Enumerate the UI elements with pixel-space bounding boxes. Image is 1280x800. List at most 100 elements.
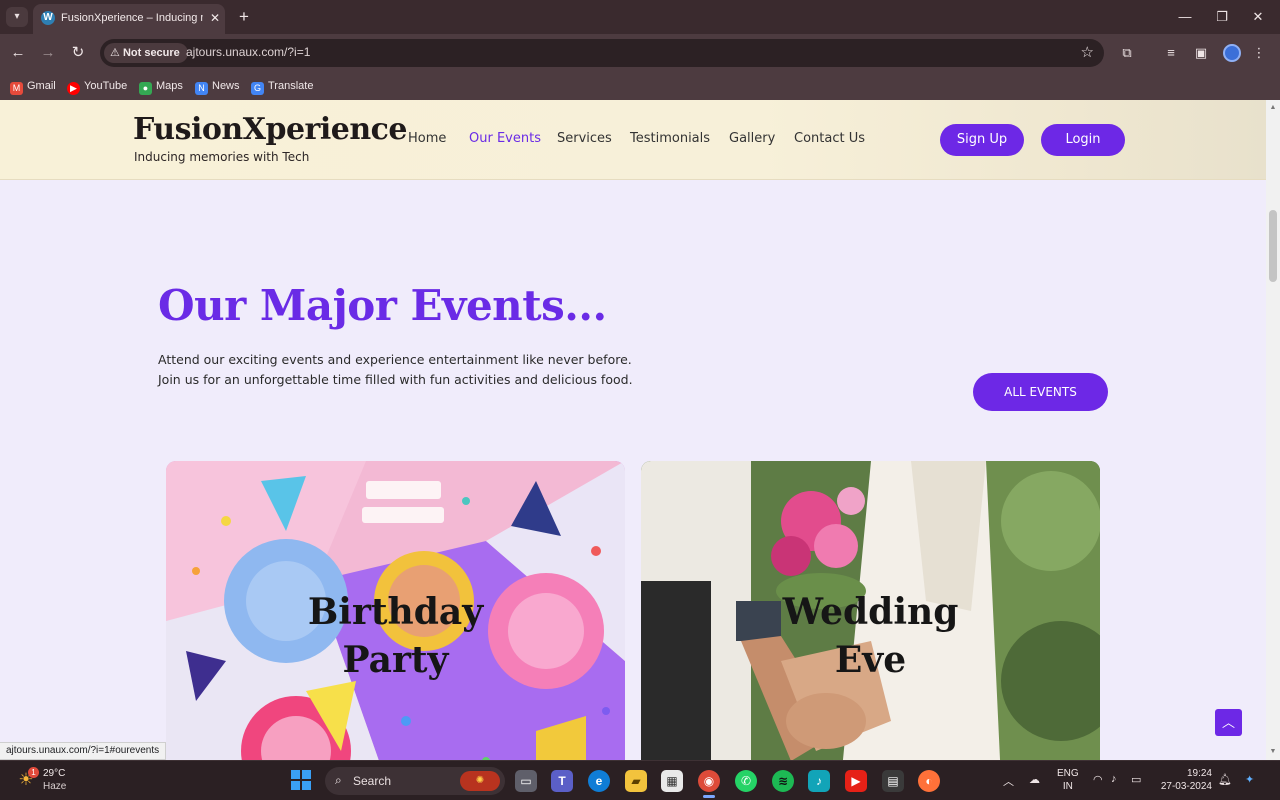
scroll-up-arrow-icon[interactable]: ▲ <box>1266 102 1280 114</box>
event-card-birthday[interactable]: Birthday Party <box>166 461 625 760</box>
firefox-icon[interactable]: ◐ <box>918 770 940 792</box>
nav-our-events[interactable]: Our Events <box>469 131 541 146</box>
back-to-top-button[interactable]: ︿ <box>1215 709 1242 736</box>
region-code: IN <box>1062 781 1073 792</box>
bookmark-label: News <box>212 80 240 92</box>
youtube-app-icon[interactable]: ▶ <box>845 770 867 792</box>
event-title-birthday: Birthday Party <box>166 588 625 684</box>
microsoft-store-icon[interactable]: ▦ <box>661 770 683 792</box>
event-card-wedding[interactable]: Wedding Eve <box>641 461 1100 760</box>
event-title-wedding: Wedding Eve <box>641 588 1100 684</box>
profile-avatar[interactable] <box>1223 44 1241 62</box>
battery-icon[interactable]: ▭ <box>1131 773 1141 786</box>
wifi-icon[interactable]: ◠ <box>1093 773 1103 786</box>
nav-contact-us[interactable]: Contact Us <box>794 131 865 146</box>
bookmark-label: Maps <box>156 80 183 92</box>
forward-arrow-icon[interactable]: → <box>38 43 58 63</box>
youtube-icon: ▶ <box>67 82 80 95</box>
news-icon: N <box>195 82 208 95</box>
page-scrollbar[interactable]: ▲ ▼ <box>1266 100 1280 760</box>
event-title-line: Eve <box>834 639 907 681</box>
language-indicator[interactable]: ENG IN <box>1057 767 1079 793</box>
event-title-line: Wedding <box>782 591 959 633</box>
site-logo-title[interactable]: FusionXperience <box>133 112 407 147</box>
chrome-icon[interactable]: ◉ <box>698 770 720 798</box>
bookmark-label: Gmail <box>27 80 56 92</box>
page-viewport: FusionXperience Inducing memories with T… <box>0 100 1266 760</box>
edge-icon[interactable]: e <box>588 770 610 792</box>
maximize-button[interactable]: ❐ <box>1212 8 1232 26</box>
bookmark-maps[interactable]: ● Maps <box>139 77 183 95</box>
wordpress-favicon-icon: W <box>41 11 55 25</box>
scrollbar-thumb[interactable] <box>1269 210 1277 282</box>
site-logo-subtitle: Inducing memories with Tech <box>134 150 310 164</box>
browser-tab-strip: ▾ W FusionXperience – Inducing me ✕ + — … <box>0 0 1280 34</box>
site-info-button[interactable]: ⚠ Not secure <box>104 43 188 63</box>
clock-date: 27-03-2024 <box>1160 781 1212 792</box>
whatsapp-icon[interactable]: ✆ <box>735 770 757 792</box>
active-tab[interactable]: W FusionXperience – Inducing me ✕ <box>33 4 225 34</box>
bookmark-gmail[interactable]: M Gmail <box>10 77 56 95</box>
windows-taskbar: ☀ 1 29°C Haze ⌕ Search ✺ ▭ T e ▰ ▦ ◉ ✆ ≋… <box>0 760 1280 800</box>
task-view-icon[interactable]: ▭ <box>515 770 537 792</box>
app-thumbnail-icon[interactable]: ▤ <box>882 770 904 792</box>
status-bar-url: ajtours.unaux.com/?i=1#ourevents <box>0 742 167 760</box>
menu-kebab-icon[interactable]: ⋮ <box>1250 44 1268 62</box>
spotify-icon[interactable]: ≋ <box>772 770 794 792</box>
login-button[interactable]: Login <box>1041 124 1125 156</box>
url-text[interactable]: ajtours.unaux.com/?i=1 <box>186 45 310 59</box>
site-header: FusionXperience Inducing memories with T… <box>0 100 1266 180</box>
taskbar-search[interactable]: ⌕ Search ✺ <box>325 767 505 795</box>
search-icon: ⌕ <box>335 773 342 787</box>
all-events-button[interactable]: ALL EVENTS <box>973 373 1108 411</box>
bookmarks-bar: M Gmail ▶ YouTube ● Maps N News G Translate <box>0 72 1280 100</box>
event-title-line: Birthday <box>307 591 484 633</box>
side-panel-icon[interactable]: ▣ <box>1192 44 1210 62</box>
windows-start-icon[interactable] <box>291 770 311 790</box>
cloud-sync-icon[interactable]: ☁ <box>1029 773 1040 786</box>
bookmark-translate[interactable]: G Translate <box>251 77 313 95</box>
nav-home[interactable]: Home <box>408 131 446 146</box>
notification-bell-icon[interactable]: 🔔︎ <box>1218 773 1232 786</box>
new-tab-button[interactable]: + <box>234 7 254 27</box>
teams-icon[interactable]: T <box>551 770 573 792</box>
search-label: Search <box>353 774 392 788</box>
nav-services[interactable]: Services <box>557 131 612 146</box>
extensions-icon[interactable]: ⧉ <box>1118 44 1136 62</box>
bookmark-star-icon[interactable]: ☆ <box>1081 43 1094 61</box>
minimize-button[interactable]: — <box>1175 8 1195 26</box>
amazon-music-icon[interactable]: ♪ <box>808 770 830 792</box>
bookmark-label: Translate <box>268 80 314 92</box>
weather-alert-badge: 1 <box>28 767 39 778</box>
warning-icon: ⚠ <box>110 47 120 59</box>
back-arrow-icon[interactable]: ← <box>8 43 28 63</box>
not-secure-label: Not secure <box>122 47 180 59</box>
window-close-button[interactable]: ✕ <box>1248 8 1268 26</box>
scroll-down-arrow-icon[interactable]: ▼ <box>1266 746 1280 758</box>
system-clock[interactable]: 19:24 27-03-2024 <box>1158 767 1212 793</box>
section-title: Our Major Events... <box>158 281 607 330</box>
media-control-icon[interactable]: ≡ <box>1162 44 1180 62</box>
bookmark-news[interactable]: N News <box>195 77 240 95</box>
gmail-icon: M <box>10 82 23 95</box>
nav-testimonials[interactable]: Testimonials <box>630 131 710 146</box>
copilot-icon[interactable]: ✦ <box>1245 773 1254 786</box>
nav-gallery[interactable]: Gallery <box>729 131 775 146</box>
clock-time: 19:24 <box>1186 768 1212 779</box>
sign-up-button[interactable]: Sign Up <box>940 124 1024 156</box>
section-description: Attend our exciting events and experienc… <box>158 352 633 387</box>
bookmark-youtube[interactable]: ▶ YouTube <box>67 77 127 95</box>
tab-close-icon[interactable]: ✕ <box>207 10 223 26</box>
weather-condition[interactable]: Haze <box>43 781 66 792</box>
tab-title: FusionXperience – Inducing me <box>61 12 203 24</box>
event-title-line: Party <box>342 639 449 681</box>
weather-temperature[interactable]: 29°C <box>43 768 65 779</box>
show-hidden-icons-icon[interactable]: ︿ <box>1003 773 1014 789</box>
file-explorer-icon[interactable]: ▰ <box>625 770 647 792</box>
maps-icon: ● <box>139 82 152 95</box>
bookmark-label: YouTube <box>84 80 128 92</box>
tab-search-button[interactable]: ▾ <box>6 7 28 27</box>
reload-icon[interactable]: ↻ <box>68 43 88 63</box>
address-bar[interactable]: ⚠ Not secure ajtours.unaux.com/?i=1 ☆ <box>100 39 1104 67</box>
volume-icon[interactable]: ♪ <box>1111 773 1117 785</box>
